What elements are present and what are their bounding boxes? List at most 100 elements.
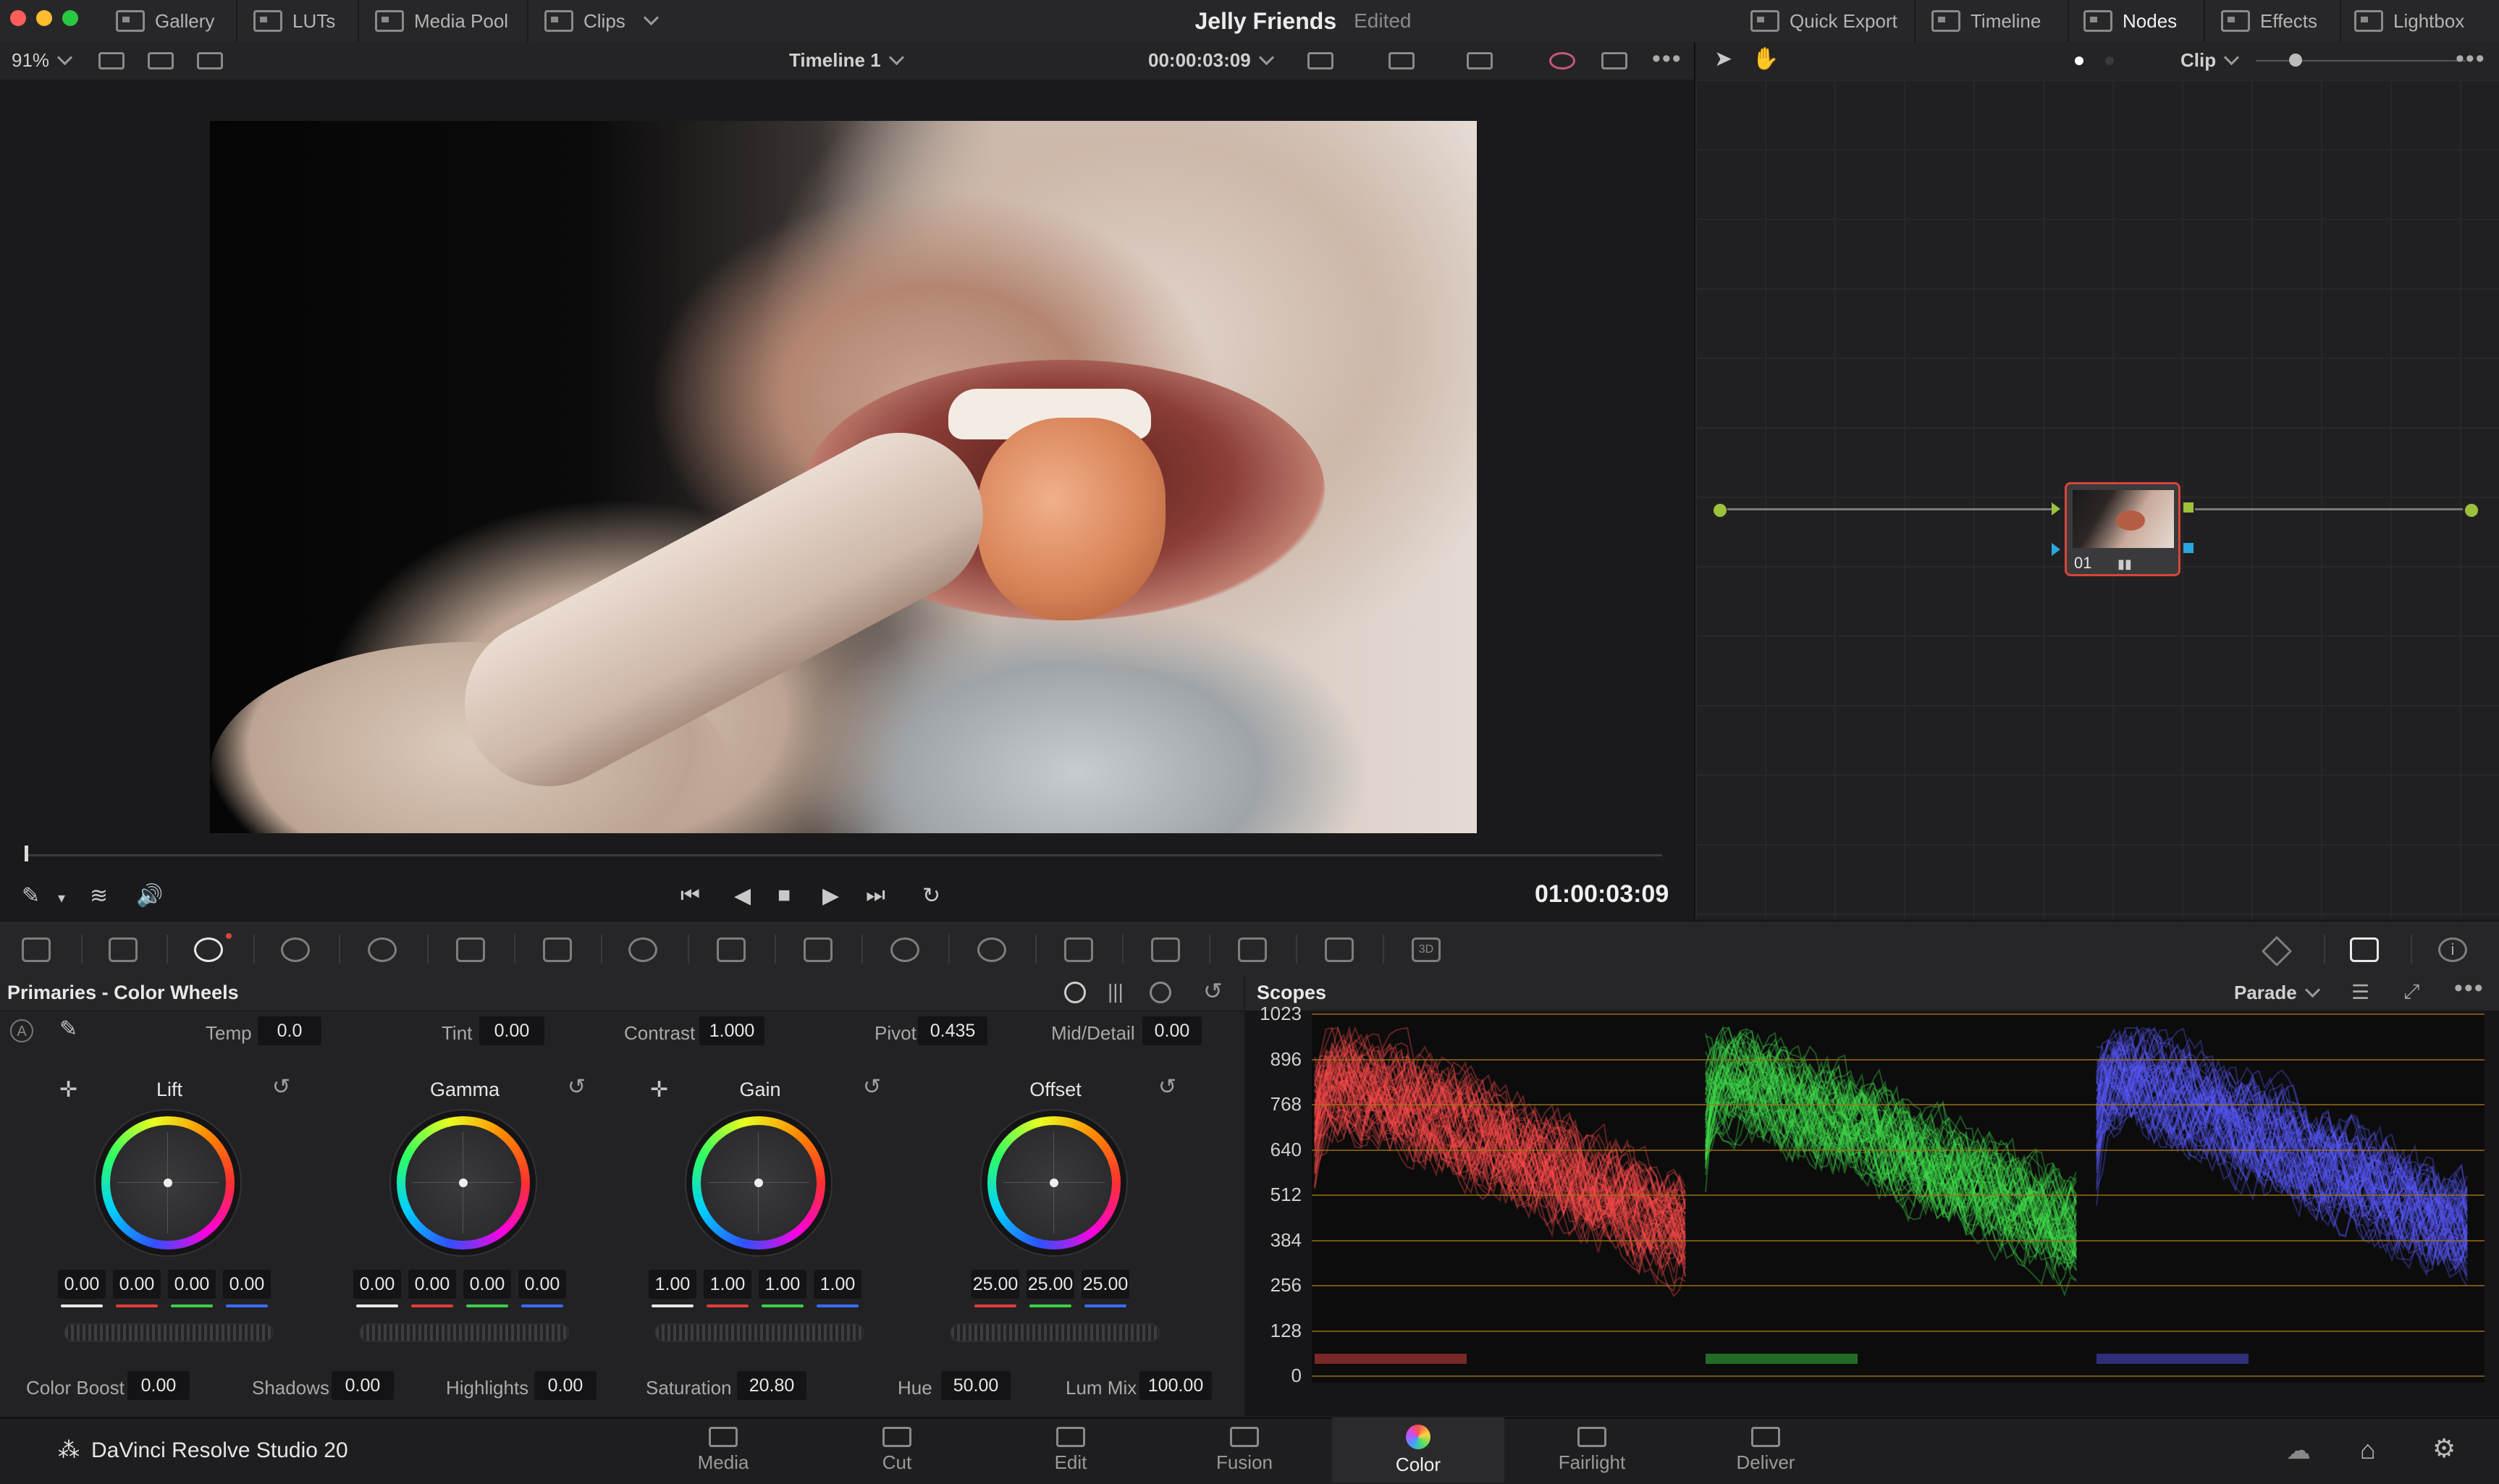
- white-balance-picker-icon[interactable]: ✎: [59, 1016, 77, 1042]
- curves-icon[interactable]: [543, 937, 572, 962]
- output-pin[interactable]: [2463, 502, 2480, 519]
- info-icon[interactable]: i: [2438, 937, 2467, 962]
- page-tab-edit[interactable]: Edit: [985, 1417, 1157, 1483]
- color-wheels-icon[interactable]: [194, 937, 223, 962]
- layers-icon[interactable]: ≋: [90, 883, 108, 908]
- page-tab-deliver[interactable]: Deliver: [1680, 1417, 1852, 1483]
- gain-value-field[interactable]: 1.00: [759, 1270, 806, 1299]
- scope-mode-dropdown[interactable]: Parade: [2234, 982, 2320, 1004]
- jump-end-icon[interactable]: ⏭: [866, 883, 885, 908]
- qualifier-grid-icon[interactable]: [717, 937, 746, 962]
- scrub-bar[interactable]: [26, 854, 1662, 856]
- rgb-mixer-icon[interactable]: [368, 937, 397, 962]
- effects-tab[interactable]: Effects: [2221, 0, 2317, 42]
- temp-field[interactable]: 0.0: [258, 1016, 321, 1045]
- aspect-icon[interactable]: [1307, 52, 1333, 69]
- blur-icon[interactable]: [1151, 937, 1180, 962]
- gamma-value-field[interactable]: 0.00: [463, 1270, 511, 1299]
- gallery-tab[interactable]: Gallery: [116, 0, 214, 42]
- gain-color-wheel[interactable]: [692, 1116, 825, 1249]
- color-boost-field[interactable]: 0.00: [127, 1371, 190, 1400]
- zoom-slider-handle[interactable]: [2289, 54, 2302, 67]
- hdr-wheels-icon[interactable]: [281, 937, 310, 962]
- color-match-icon[interactable]: [109, 937, 138, 962]
- page-tab-cut[interactable]: Cut: [811, 1417, 983, 1483]
- jump-start-icon[interactable]: ⏮: [680, 883, 700, 908]
- magic-mask-icon[interactable]: [1064, 937, 1093, 962]
- viewer-frame[interactable]: [210, 121, 1477, 833]
- wheel-puck[interactable]: [164, 1179, 172, 1187]
- zoom-window-button[interactable]: [62, 10, 78, 26]
- corrector-node[interactable]: 01 ▮▮: [2065, 482, 2180, 576]
- camera-raw-icon[interactable]: [22, 937, 51, 962]
- gain-value-field[interactable]: 1.00: [649, 1270, 696, 1299]
- nodes-tab[interactable]: Nodes: [2083, 0, 2177, 42]
- reset-all-icon[interactable]: ↺: [1203, 977, 1223, 1005]
- hue-field[interactable]: 50.00: [941, 1371, 1011, 1400]
- lift-value-field[interactable]: 0.00: [168, 1270, 216, 1299]
- home-icon[interactable]: ⌂: [2360, 1435, 2376, 1465]
- wheel-puck[interactable]: [1050, 1179, 1058, 1187]
- gain-value-field[interactable]: 1.00: [704, 1270, 751, 1299]
- pivot-field[interactable]: 0.435: [918, 1016, 987, 1045]
- gamma-value-field[interactable]: 0.00: [518, 1270, 566, 1299]
- wheels-mode-icon[interactable]: [1064, 982, 1086, 1003]
- sizing-icon[interactable]: [1325, 937, 1354, 962]
- offset-master-wheel[interactable]: [950, 1323, 1160, 1342]
- timeline-dropdown[interactable]: Timeline 1: [789, 49, 904, 72]
- eyedropper-icon[interactable]: ✎: [22, 883, 40, 908]
- lift-color-wheel[interactable]: [101, 1116, 235, 1249]
- quick-export-tab[interactable]: Quick Export: [1750, 0, 1897, 42]
- contrast-field[interactable]: 1.000: [699, 1016, 764, 1045]
- playhead[interactable]: [25, 846, 28, 861]
- pointer-icon[interactable]: ➤: [1714, 46, 1732, 72]
- zoom-dropdown[interactable]: 91%: [12, 49, 73, 72]
- gamma-value-field[interactable]: 0.00: [408, 1270, 456, 1299]
- chevron-down-icon[interactable]: ▾: [58, 889, 65, 907]
- speaker-icon[interactable]: 🔊: [136, 883, 163, 908]
- scopes-icon[interactable]: [2350, 937, 2379, 962]
- 3d-icon[interactable]: 3D: [1412, 937, 1441, 962]
- auto-balance-button[interactable]: A: [10, 1019, 33, 1042]
- lift-value-field[interactable]: 0.00: [113, 1270, 161, 1299]
- offset-value-field[interactable]: 25.00: [1082, 1270, 1129, 1299]
- lift-master-wheel[interactable]: [64, 1323, 274, 1342]
- loop-icon[interactable]: ↻: [922, 883, 940, 908]
- step-back-icon[interactable]: ◀: [734, 883, 751, 908]
- tint-field[interactable]: 0.00: [479, 1016, 544, 1045]
- bars-mode-icon[interactable]: |||: [1108, 980, 1124, 1003]
- gamma-master-wheel[interactable]: [359, 1323, 569, 1342]
- cloud-icon[interactable]: ☁: [2286, 1436, 2311, 1465]
- color-picker-icon[interactable]: [1549, 52, 1575, 69]
- tracker-icon[interactable]: [977, 937, 1006, 962]
- gamma-color-wheel[interactable]: [397, 1116, 530, 1249]
- page-tab-color[interactable]: Color: [1332, 1417, 1504, 1483]
- highlights-field[interactable]: 0.00: [534, 1371, 597, 1400]
- page-tab-media[interactable]: Media: [637, 1417, 809, 1483]
- lift-value-field[interactable]: 0.00: [58, 1270, 106, 1299]
- settings-gear-icon[interactable]: ⚙: [2432, 1433, 2456, 1464]
- lum-mix-field[interactable]: 100.00: [1139, 1371, 1212, 1400]
- offset-value-field[interactable]: 25.00: [1027, 1270, 1074, 1299]
- fullscreen-icon[interactable]: [1601, 52, 1627, 69]
- single-viewer-icon[interactable]: [98, 52, 125, 69]
- shadows-field[interactable]: 0.00: [332, 1371, 394, 1400]
- offset-value-field[interactable]: 25.00: [972, 1270, 1019, 1299]
- saturation-field[interactable]: 20.80: [737, 1371, 806, 1400]
- log-mode-icon[interactable]: [1150, 982, 1171, 1003]
- mid-detail-field[interactable]: 0.00: [1142, 1016, 1202, 1045]
- color-warper-icon[interactable]: [628, 937, 657, 962]
- lift-value-field[interactable]: 0.00: [223, 1270, 271, 1299]
- more-options-icon[interactable]: •••: [2454, 974, 2485, 1003]
- expand-icon[interactable]: ⤢: [2403, 980, 2419, 1004]
- gamma-reset-icon[interactable]: ↺: [568, 1074, 586, 1100]
- timeline-tab[interactable]: Timeline: [1931, 0, 2041, 42]
- lift-reset-icon[interactable]: ↺: [272, 1074, 290, 1100]
- motion-effects-icon[interactable]: [456, 937, 485, 962]
- play-icon[interactable]: ▶: [822, 883, 839, 908]
- offset-reset-icon[interactable]: ↺: [1158, 1074, 1176, 1100]
- more-options-icon[interactable]: •••: [2456, 45, 2486, 73]
- media-pool-tab[interactable]: Media Pool: [375, 0, 508, 42]
- luts-tab[interactable]: LUTs: [253, 0, 335, 42]
- gallery-view-icon[interactable]: [148, 52, 174, 69]
